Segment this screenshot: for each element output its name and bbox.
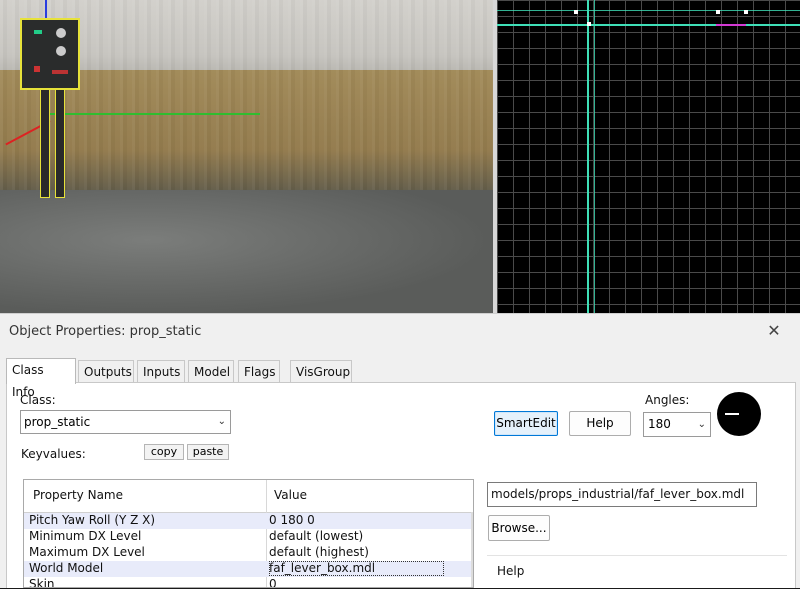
smartedit-button[interactable]: SmartEdit xyxy=(494,411,558,436)
floor-texture xyxy=(0,190,493,315)
table-row[interactable]: Minimum DX Level default (lowest) xyxy=(24,529,473,545)
tab-inputs[interactable]: Inputs xyxy=(137,360,185,382)
property-name: World Model xyxy=(29,561,104,575)
object-properties-dialog: Object Properties: prop_static ✕ Class I… xyxy=(0,313,800,588)
properties-table: Property Name Value Pitch Yaw Roll (Y Z … xyxy=(23,479,474,588)
table-header: Property Name Value xyxy=(24,480,473,513)
vertex-handle[interactable] xyxy=(587,22,591,26)
knob-icon xyxy=(56,28,66,38)
dialog-title: Object Properties: prop_static xyxy=(9,324,202,339)
brush-edge xyxy=(594,0,595,315)
close-icon[interactable]: ✕ xyxy=(763,320,785,342)
property-name: Minimum DX Level xyxy=(29,529,142,543)
help-area xyxy=(487,555,787,589)
angles-select-value: 180 xyxy=(648,417,671,431)
table-row[interactable]: Pitch Yaw Roll (Y Z X) 0 180 0 xyxy=(24,513,473,529)
table-row-selected[interactable]: World Model faf_lever_box.mdl xyxy=(24,561,473,577)
table-scrollbar[interactable] xyxy=(471,512,473,587)
table-row[interactable]: Maximum DX Level default (highest) xyxy=(24,545,473,561)
tab-visgroup[interactable]: VisGroup xyxy=(290,360,352,382)
property-value: default (highest) xyxy=(269,545,369,559)
brush-edge xyxy=(587,0,589,315)
indicator-light xyxy=(34,30,42,34)
tab-flags[interactable]: Flags xyxy=(238,360,280,382)
tab-model[interactable]: Model xyxy=(188,360,234,382)
keyvalues-label: Keyvalues: xyxy=(21,447,86,461)
chevron-down-icon: ⌄ xyxy=(217,416,226,427)
copy-button[interactable]: copy xyxy=(144,444,184,460)
property-value: 0 xyxy=(269,577,277,588)
selected-prop-lever-box[interactable] xyxy=(20,18,80,90)
property-value: default (lowest) xyxy=(269,529,364,543)
indicator-light xyxy=(34,66,40,72)
paste-button[interactable]: paste xyxy=(187,444,229,460)
column-header-value[interactable]: Value xyxy=(274,488,307,502)
y-axis-line xyxy=(48,113,260,115)
tab-outputs[interactable]: Outputs xyxy=(78,360,134,382)
prop-leg-right xyxy=(55,88,65,198)
model-path-input[interactable]: models/props_industrial/faf_lever_box.md… xyxy=(487,482,757,507)
angles-label: Angles: xyxy=(645,393,690,407)
brush-edge xyxy=(497,24,800,26)
help-button[interactable]: Help xyxy=(569,411,631,436)
browse-button[interactable]: Browse... xyxy=(488,515,550,541)
viewport-2d-grid[interactable] xyxy=(497,0,800,315)
property-name: Maximum DX Level xyxy=(29,545,145,559)
class-select[interactable]: prop_static ⌄ xyxy=(20,410,231,434)
property-name: Pitch Yaw Roll (Y Z X) xyxy=(29,513,156,527)
class-select-value: prop_static xyxy=(24,415,91,429)
angle-needle xyxy=(725,413,739,415)
vertex-handle[interactable] xyxy=(574,10,578,14)
selected-brush-edge xyxy=(716,24,746,26)
chevron-down-icon: ⌄ xyxy=(697,419,706,430)
vertex-handle[interactable] xyxy=(744,10,748,14)
property-name: Skin xyxy=(29,577,55,588)
help-heading: Help xyxy=(497,564,525,578)
angles-select[interactable]: 180 ⌄ xyxy=(643,412,711,437)
vertex-handle[interactable] xyxy=(716,10,720,14)
brush-edge xyxy=(497,10,800,11)
indicator-light xyxy=(52,70,68,74)
property-value: faf_lever_box.mdl xyxy=(269,561,444,576)
property-value: 0 180 0 xyxy=(269,513,315,527)
viewport-3d[interactable] xyxy=(0,0,493,315)
table-row[interactable]: Skin 0 xyxy=(24,577,473,588)
tab-class-info[interactable]: Class Info xyxy=(6,358,76,399)
prop-leg-left xyxy=(40,88,50,198)
angle-dial[interactable] xyxy=(717,392,761,436)
column-header-property-name[interactable]: Property Name xyxy=(33,488,123,502)
knob-icon xyxy=(56,46,66,56)
